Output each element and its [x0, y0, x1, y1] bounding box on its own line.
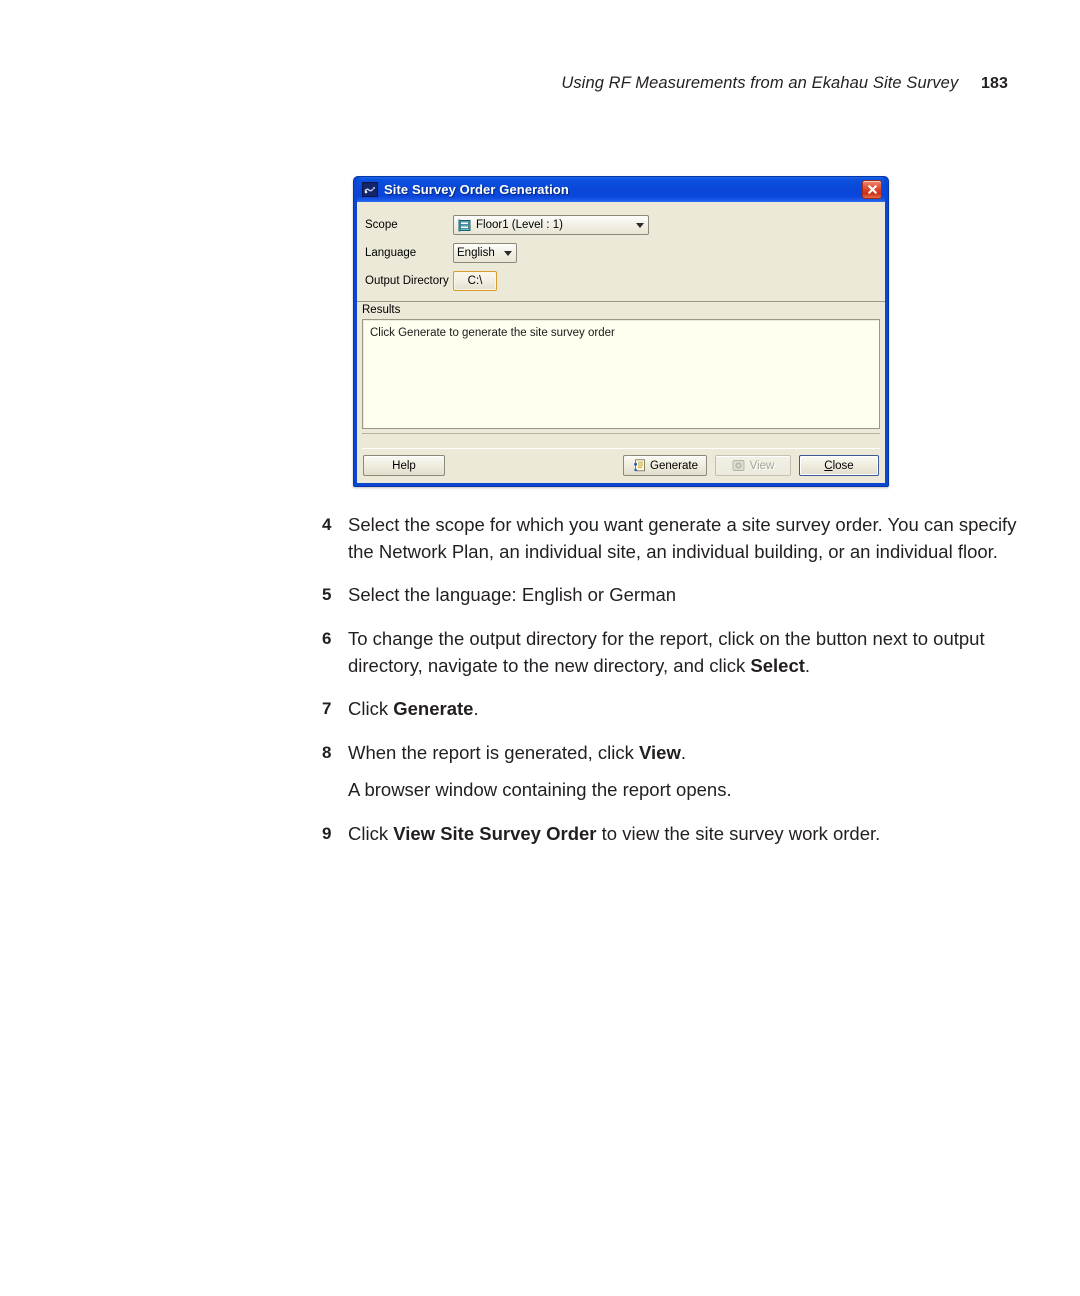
view-button: View [715, 455, 791, 476]
dialog-titlebar[interactable]: Site Survey Order Generation [357, 177, 885, 202]
output-directory-button[interactable]: C:\ [453, 271, 497, 291]
step-text: Click View Site Survey Order to view the… [348, 823, 881, 844]
scope-row: Scope Floor1 (Level : 1) [365, 212, 877, 238]
close-icon[interactable] [862, 180, 882, 199]
dialog-button-bar: Help Generate View Close [357, 449, 885, 483]
output-directory-label: Output Directory [365, 275, 449, 287]
list-item: 5 Select the language: English or German [322, 582, 1022, 609]
language-value: English [457, 247, 495, 259]
generate-button[interactable]: Generate [623, 455, 707, 476]
step-number: 4 [322, 515, 332, 534]
help-button[interactable]: Help [363, 455, 445, 476]
step-number: 7 [322, 699, 332, 719]
close-button-rest: lose [832, 459, 854, 472]
results-group-label: Results [362, 304, 401, 316]
chevron-down-icon [504, 250, 512, 256]
instruction-steps: 4 Select the scope for which you want ge… [322, 512, 1022, 865]
floor-icon [457, 218, 471, 232]
step-text: To change the output directory for the r… [348, 627, 985, 676]
step-number: 6 [322, 628, 332, 648]
language-label: Language [365, 247, 417, 259]
list-item: 9 Click View Site Survey Order to view t… [322, 821, 1022, 848]
chevron-down-icon [636, 222, 644, 228]
page-number: 183 [981, 75, 1008, 92]
step-number: 8 [322, 742, 332, 762]
list-item: 6 To change the output directory for the… [322, 626, 1022, 679]
step-note: A browser window containing the report o… [348, 779, 732, 801]
step-number: 5 [322, 585, 332, 605]
step-text: Select the scope for which you want gene… [348, 514, 1017, 562]
scope-label: Scope [365, 219, 398, 231]
results-textarea[interactable]: Click Generate to generate the site surv… [362, 319, 880, 429]
output-directory-row: Output Directory C:\ [365, 268, 877, 294]
language-row: Language English [365, 240, 877, 266]
view-disc-icon [732, 459, 746, 473]
scope-value: Floor1 (Level : 1) [476, 219, 563, 231]
running-head-title: Using RF Measurements from an Ekahau Sit… [561, 74, 959, 92]
site-survey-order-generation-dialog: Site Survey Order Generation Scope Floor… [353, 176, 889, 487]
step-number: 9 [322, 824, 332, 843]
list-item: 4 Select the scope for which you want ge… [322, 512, 1022, 565]
results-message: Click Generate to generate the site surv… [370, 327, 615, 339]
dialog-body: Scope Floor1 (Level : 1) Language Englis… [357, 202, 885, 483]
list-item: 7 Click Generate. [322, 696, 1022, 723]
scope-dropdown[interactable]: Floor1 (Level : 1) [453, 215, 649, 235]
app-icon [362, 182, 378, 197]
view-button-label: View [749, 459, 775, 472]
step-text: Click Generate. [348, 698, 479, 720]
page-running-head: Using RF Measurements from an Ekahau Sit… [0, 74, 1008, 93]
step-text: When the report is generated, click View… [348, 741, 686, 763]
close-button[interactable]: Close [799, 455, 879, 476]
list-item: 8 When the report is generated, click Vi… [322, 740, 1022, 767]
language-dropdown[interactable]: English [453, 243, 517, 263]
generate-button-label: Generate [650, 459, 698, 472]
close-button-label: Close [824, 459, 854, 472]
status-strip [362, 433, 880, 449]
report-document-icon [632, 459, 646, 473]
step-text: Select the language: English or German [348, 584, 677, 606]
dialog-form-area: Scope Floor1 (Level : 1) Language Englis… [357, 202, 885, 298]
dialog-title: Site Survey Order Generation [384, 182, 569, 197]
